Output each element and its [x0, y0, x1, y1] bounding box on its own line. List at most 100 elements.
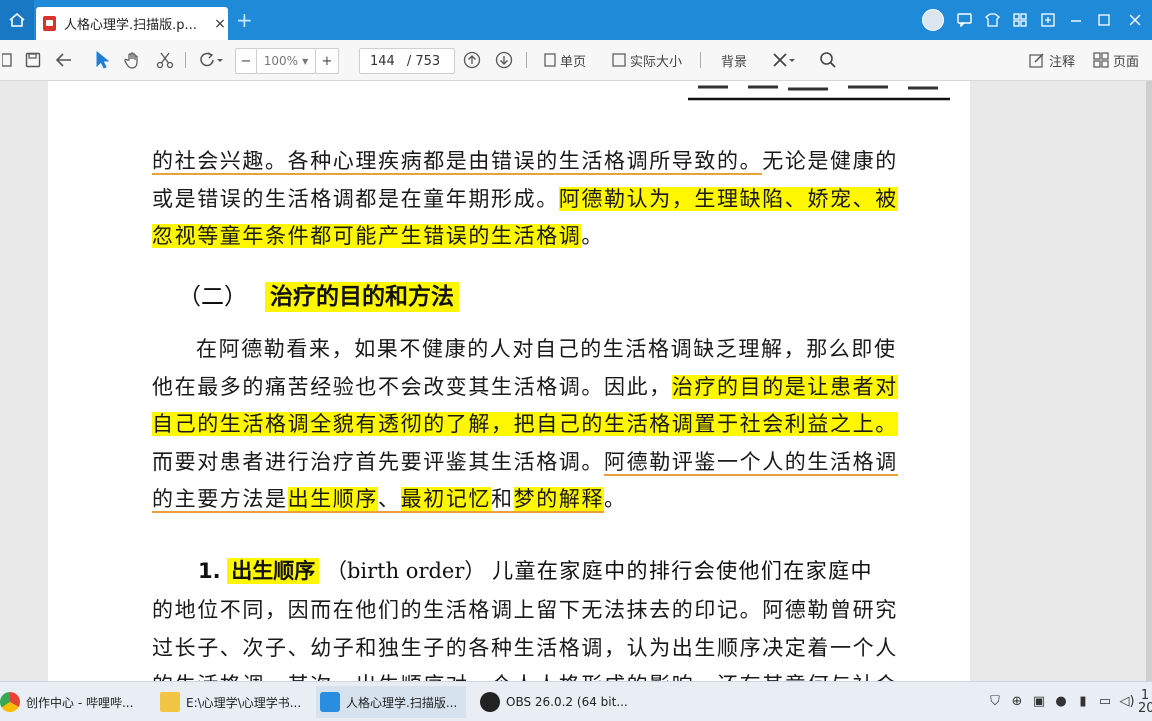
globe-icon[interactable]: ⊕	[1006, 694, 1028, 709]
highlighted-text: 最初记忆	[400, 487, 492, 513]
single-page-icon	[544, 53, 556, 67]
toolbar-divider	[700, 52, 701, 68]
skin-icon[interactable]	[978, 0, 1006, 40]
close-window-icon[interactable]	[1118, 0, 1152, 40]
toolbar-divider	[185, 52, 186, 68]
toolbar-divider	[526, 52, 527, 68]
highlighted-text: 阿德勒认为，生理缺陷、娇宠、被	[558, 187, 898, 211]
page-number-input[interactable]: 144 / 753	[359, 48, 455, 74]
section-heading: （二） 治疗的目的和方法	[178, 277, 459, 312]
text-span: 的地位不同，因而在他们的生活格调上留下无法抹去的印记。阿德勒曾研究	[152, 598, 898, 622]
folder-icon	[160, 692, 180, 712]
hand-tool-icon[interactable]	[122, 48, 144, 72]
toolbar: − 100% ▼ + 144 / 753 单页 实际大小 背景 注释 页面	[0, 40, 1152, 81]
text-span: 无论是健康的	[762, 149, 898, 173]
reader-icon	[320, 692, 340, 712]
close-tool-icon[interactable]	[766, 48, 802, 72]
rotate-icon[interactable]	[193, 48, 227, 72]
sidebar-toggle-icon[interactable]	[0, 48, 14, 72]
clock-date: 20	[1138, 700, 1152, 716]
clock[interactable]: 1 20	[1138, 689, 1152, 715]
taskbar-item-obs[interactable]: OBS 26.0.2 (64 bit...	[480, 686, 630, 718]
zoom-select[interactable]: 100% ▼	[256, 48, 316, 74]
text-line: 他在最多的痛苦经验也不会改变其生活格调。因此，治疗的目的是让患者对	[152, 371, 898, 401]
text-line: 的主要方法是出生顺序、最初记忆和梦的解释。	[152, 483, 627, 513]
annotate-icon	[1029, 53, 1044, 68]
document-tab[interactable]: 人格心理学.扫描版.p... ×	[36, 7, 228, 40]
save-icon[interactable]	[22, 48, 44, 72]
section-number: （二）	[178, 284, 247, 310]
previous-page-icon[interactable]	[460, 48, 484, 72]
text-line: 在阿德勒看来，如果不健康的人对自己的生活格调缺乏理解，那么即使	[196, 333, 897, 363]
text-span: 儿童在家庭中的排行会使他们在家庭中	[492, 559, 873, 583]
minimize-icon[interactable]	[1062, 0, 1090, 40]
network-icon[interactable]: ▭	[1094, 694, 1116, 709]
actual-size-label: 实际大小	[629, 54, 682, 70]
taskbar-label: OBS 26.0.2 (64 bit...	[506, 695, 628, 709]
obs-icon	[480, 692, 500, 712]
single-page-button[interactable]: 单页	[536, 48, 594, 72]
text-span: 的生活格调，其次，出生顺序对一个人人格形成的影响，还有其意何与社会	[152, 673, 898, 681]
search-icon[interactable]	[815, 48, 841, 72]
microphone-icon[interactable]: ▮	[1072, 694, 1094, 709]
text-span: 过长子、次子、幼子和独生子的各种生活格调，认为出生顺序决定着一个人	[152, 636, 898, 660]
tray-app-icon[interactable]: ●	[1050, 694, 1072, 709]
select-cursor-icon[interactable]	[91, 48, 113, 72]
subsection-english: （birth order）	[325, 559, 486, 583]
taskbar-item-explorer[interactable]: E:\心理学\心理学书...	[160, 686, 305, 718]
tab-close-button[interactable]: ×	[212, 16, 228, 32]
text-line: 的地位不同，因而在他们的生活格调上留下无法抹去的印记。阿德勒曾研究	[152, 594, 898, 624]
restore-window-icon[interactable]	[1034, 0, 1062, 40]
text-span: 的社会兴趣。	[152, 149, 288, 175]
zoom-value: 100%	[263, 54, 299, 68]
message-icon[interactable]	[950, 0, 978, 40]
taskbar-item-browser[interactable]: 创作中心 - 哔哩哔...	[0, 686, 140, 718]
section-title: 治疗的目的和方法	[265, 282, 459, 312]
taskbar-item-pdf-reader[interactable]: 人格心理学.扫描版...	[316, 686, 466, 718]
text-line: 自己的生活格调全貌有透彻的了解，把自己的生活格调置于社会利益之上。	[152, 408, 898, 438]
background-label: 背景	[720, 54, 747, 70]
pdf-icon	[43, 16, 56, 31]
annotate-button[interactable]: 注释	[1024, 48, 1080, 72]
chrome-icon	[0, 692, 20, 712]
page-view-button[interactable]: 页面	[1088, 48, 1144, 72]
taskbar: 创作中心 - 哔哩哔... E:\心理学\心理学书... 人格心理学.扫描版..…	[0, 681, 1152, 721]
page-view-label: 页面	[1112, 54, 1139, 70]
tray-app-icon[interactable]: ▣	[1028, 694, 1050, 709]
text-line: 的社会兴趣。各种心理疾病都是由错误的生活格调所导致的。无论是健康的	[152, 145, 898, 175]
single-page-label: 单页	[559, 54, 586, 70]
chevron-down-icon: ▼	[302, 56, 309, 66]
text-span: 在阿德勒看来，如果不健康的人对自己的生活格调缺乏理解，那么即使	[196, 337, 897, 361]
actual-size-button[interactable]: 实际大小	[604, 48, 690, 72]
subsection-number: 1.	[198, 559, 221, 583]
text-span: 他在最多的痛苦经验也不会改变其生活格调。因此，	[152, 375, 672, 399]
scissors-icon[interactable]	[154, 48, 176, 72]
next-page-icon[interactable]	[492, 48, 516, 72]
title-bar: 人格心理学.扫描版.p... × +	[0, 0, 1152, 40]
zoom-out-button[interactable]: −	[235, 48, 257, 74]
zoom-in-button[interactable]: +	[315, 48, 339, 74]
layout-icon[interactable]	[1006, 0, 1034, 40]
subsection-title: 出生顺序	[227, 558, 320, 584]
home-icon	[9, 12, 25, 27]
pdf-page: 的社会兴趣。各种心理疾病都是由错误的生活格调所导致的。无论是健康的 或是错误的生…	[48, 81, 970, 681]
home-button[interactable]	[0, 0, 34, 40]
text-line: 而要对患者进行治疗首先要评鉴其生活格调。阿德勒评鉴一个人的生活格调	[152, 446, 898, 476]
text-span: 和	[491, 487, 514, 513]
new-tab-button[interactable]: +	[236, 8, 253, 32]
page-grid-icon	[1093, 52, 1109, 68]
subsection-heading: 1. 出生顺序 （birth order） 儿童在家庭中的排行会使他们在家庭中	[198, 555, 873, 585]
text-line: 忽视等童年条件都可能产生错误的生活格调。	[152, 220, 604, 250]
vertical-scrollbar[interactable]	[1146, 81, 1152, 681]
maximize-icon[interactable]	[1090, 0, 1118, 40]
shield-icon[interactable]: ⛉	[984, 694, 1006, 709]
taskbar-label: E:\心理学\心理学书...	[186, 695, 302, 710]
avatar[interactable]	[922, 9, 944, 31]
back-icon[interactable]	[52, 48, 76, 72]
document-viewport[interactable]: 的社会兴趣。各种心理疾病都是由错误的生活格调所导致的。无论是健康的 或是错误的生…	[0, 81, 1152, 681]
text-span: 、	[378, 487, 401, 513]
background-button[interactable]: 背景	[710, 48, 758, 72]
taskbar-label: 人格心理学.扫描版...	[346, 695, 458, 710]
system-tray: ⛉ ⊕ ▣ ● ▮ ▭ ◁) 1 20	[984, 682, 1152, 721]
volume-icon[interactable]: ◁)	[1116, 694, 1138, 709]
